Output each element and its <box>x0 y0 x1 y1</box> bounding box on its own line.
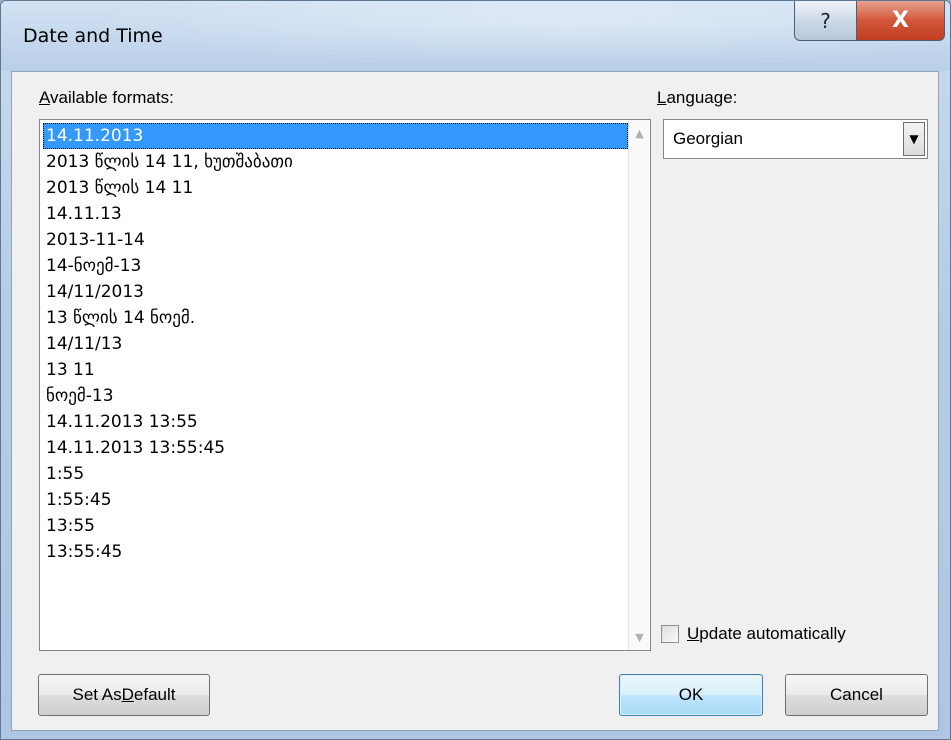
format-list-item[interactable]: 14.11.13 <box>43 201 628 227</box>
format-list-item[interactable]: ნოემ-13 <box>43 383 628 409</box>
language-label: Language: <box>657 88 738 107</box>
help-button[interactable]: ? <box>794 1 857 41</box>
format-list-item[interactable]: 1:55:45 <box>43 487 628 513</box>
formats-scrollbar[interactable]: ▲ ▼ <box>628 120 650 650</box>
close-button[interactable]: X <box>856 1 945 41</box>
format-list-item[interactable]: 13 წლის 14 ნოემ. <box>43 305 628 331</box>
dialog-title: Date and Time <box>23 25 163 47</box>
format-list-item[interactable]: 14/11/2013 <box>43 279 628 305</box>
scroll-up-icon[interactable]: ▲ <box>629 123 650 143</box>
set-as-default-button[interactable]: Set As Default <box>38 674 210 716</box>
scroll-down-icon[interactable]: ▼ <box>629 627 650 647</box>
format-list-item[interactable]: 14.11.2013 13:55 <box>43 409 628 435</box>
format-list-item[interactable]: 2013 წლის 14 11 <box>43 175 628 201</box>
format-list-item[interactable]: 2013 წლის 14 11, ხუთშაბათი <box>43 149 628 175</box>
format-list-item[interactable]: 14-ნოემ-13 <box>43 253 628 279</box>
ok-button[interactable]: OK <box>619 674 763 716</box>
format-list-item[interactable]: 13:55 <box>43 513 628 539</box>
update-automatically-label[interactable]: Update automatically <box>687 624 846 644</box>
update-automatically-row[interactable]: Update automatically <box>661 624 846 644</box>
date-time-dialog: Date and Time ? X Available formats: 14.… <box>0 0 951 740</box>
available-formats-label: Available formats: <box>39 88 174 107</box>
format-list-item[interactable]: 13 11 <box>43 357 628 383</box>
close-icon: X <box>892 8 909 33</box>
update-automatically-checkbox[interactable] <box>661 625 679 643</box>
format-list-item[interactable]: 13:55:45 <box>43 539 628 565</box>
format-list-item[interactable]: 1:55 <box>43 461 628 487</box>
format-list-item[interactable]: 2013-11-14 <box>43 227 628 253</box>
formats-listbox[interactable]: 14.11.2013 2013 წლის 14 11, ხუთშაბათი 2013… <box>39 119 651 651</box>
language-value: Georgian <box>673 129 743 148</box>
cancel-button[interactable]: Cancel <box>785 674 928 716</box>
help-icon: ? <box>820 8 831 33</box>
format-list-item[interactable]: 14.11.2013 13:55:45 <box>43 435 628 461</box>
format-list-item[interactable]: 14/11/13 <box>43 331 628 357</box>
formats-list: 14.11.2013 2013 წლის 14 11, ხუთშაბათი 2013… <box>43 123 628 565</box>
format-list-item[interactable]: 14.11.2013 <box>43 123 628 149</box>
title-bar[interactable]: Date and Time ? X <box>1 1 950 71</box>
chevron-down-icon[interactable]: ▼ <box>903 122 925 156</box>
language-select[interactable]: Georgian ▼ <box>663 119 928 159</box>
dialog-body: Available formats: 14.11.2013 2013 წლის 1… <box>11 71 939 731</box>
